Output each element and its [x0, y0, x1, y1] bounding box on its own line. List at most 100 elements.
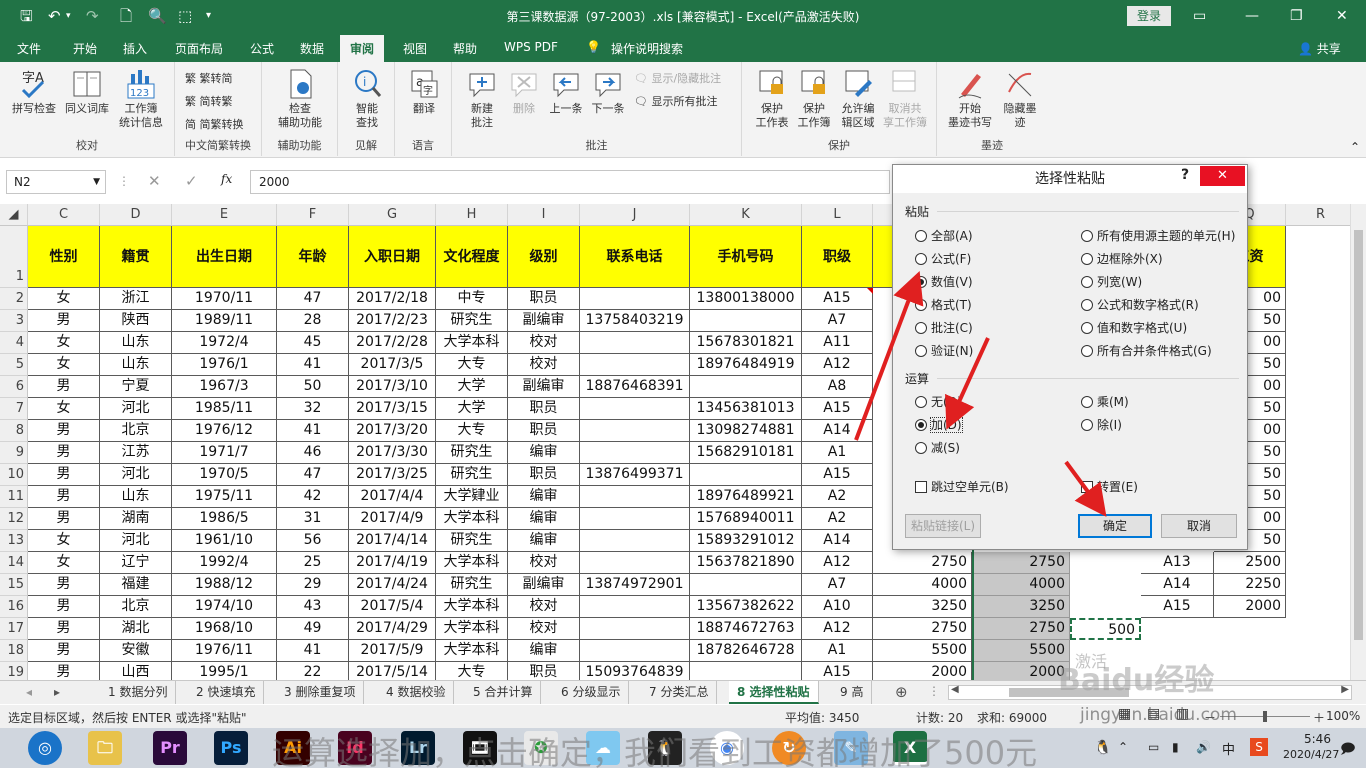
data-cell-I-10[interactable]: 职员 [508, 464, 580, 486]
data-cell-F-8[interactable]: 41 [277, 420, 349, 442]
data-cell-J-8[interactable] [580, 420, 690, 442]
data-cell-D-9[interactable]: 江苏 [100, 442, 172, 464]
data-cell-C-16[interactable]: 男 [28, 596, 100, 618]
hide-ink-button[interactable]: 隐藏墨迹 [997, 68, 1043, 130]
data-cell-L-9[interactable]: A1 [802, 442, 873, 464]
row-header-5[interactable]: 5 [0, 354, 28, 376]
row-header-14[interactable]: 14 [0, 552, 28, 574]
data-cell-K-4[interactable]: 15678301821 [690, 332, 802, 354]
data-cell-C-15[interactable]: 男 [28, 574, 100, 596]
data-cell-L-2[interactable]: A15 [802, 288, 873, 310]
data-cell-H-17[interactable]: 大学本科 [436, 618, 508, 640]
scroll-tabs-right-icon[interactable]: ▸ [54, 685, 60, 699]
paste-option-0[interactable]: 全部(A) [915, 229, 973, 243]
sheet-tab-9[interactable]: 9 高 [832, 681, 873, 704]
data-cell-I-2[interactable]: 职员 [508, 288, 580, 310]
data-cell-F-4[interactable]: 45 [277, 332, 349, 354]
login-button[interactable]: 登录 [1127, 6, 1171, 26]
data-cell-H-4[interactable]: 大学本科 [436, 332, 508, 354]
data-cell-D-4[interactable]: 山东 [100, 332, 172, 354]
data-cell-L-7[interactable]: A15 [802, 398, 873, 420]
file-explorer-icon[interactable]: 🗀 [88, 731, 122, 765]
zoom-in-icon[interactable]: ＋ [1313, 709, 1325, 726]
data-cell-D-13[interactable]: 河北 [100, 530, 172, 552]
data-cell-K-8[interactable]: 13098274881 [690, 420, 802, 442]
data-cell-J-17[interactable] [580, 618, 690, 640]
data-cell-G-11[interactable]: 2017/4/4 [349, 486, 436, 508]
data-cell-M-15[interactable]: 4000 [873, 574, 972, 596]
data-cell-J-16[interactable] [580, 596, 690, 618]
data-cell-I-13[interactable]: 编审 [508, 530, 580, 552]
data-cell-J-7[interactable] [580, 398, 690, 420]
data-cell-H-3[interactable]: 研究生 [436, 310, 508, 332]
data-cell-K-3[interactable] [690, 310, 802, 332]
data-cell-E-13[interactable]: 1961/10 [172, 530, 277, 552]
data-cell-I-3[interactable]: 副编审 [508, 310, 580, 332]
tray-qq-icon[interactable]: 🐧 [1094, 740, 1111, 756]
data-cell-G-14[interactable]: 2017/4/19 [349, 552, 436, 574]
data-cell-C-5[interactable]: 女 [28, 354, 100, 376]
scroll-tabs-left-icon[interactable]: ◂ [26, 685, 32, 699]
zoom-slider-thumb[interactable] [1263, 711, 1267, 722]
simp-to-trad-button[interactable]: 繁 简转繁 [185, 93, 233, 109]
close-window-icon[interactable]: ✕ [1336, 6, 1348, 26]
data-cell-I-14[interactable]: 校对 [508, 552, 580, 574]
data-cell-H-10[interactable]: 研究生 [436, 464, 508, 486]
data-cell-I-9[interactable]: 编审 [508, 442, 580, 464]
data-cell-G-8[interactable]: 2017/3/20 [349, 420, 436, 442]
header-cell-C[interactable]: 性别 [28, 226, 100, 288]
header-cell-G[interactable]: 入职日期 [349, 226, 436, 288]
paste-option-1[interactable]: 公式(F) [915, 252, 971, 266]
data-cell-F-17[interactable]: 49 [277, 618, 349, 640]
header-cell-E[interactable]: 出生日期 [172, 226, 277, 288]
data-cell-H-6[interactable]: 大学 [436, 376, 508, 398]
data-cell-G-16[interactable]: 2017/5/4 [349, 596, 436, 618]
restore-icon[interactable]: ❐ [1290, 6, 1303, 26]
data-cell-L-5[interactable]: A12 [802, 354, 873, 376]
tab-view[interactable]: 视图 [403, 40, 427, 57]
trad-to-simp-button[interactable]: 繁 繁转简 [185, 70, 233, 86]
data-cell-K-10[interactable] [690, 464, 802, 486]
column-header-C[interactable]: C [28, 204, 100, 226]
smart-lookup-button[interactable]: i 智能 查找 [342, 68, 392, 130]
data-cell-G-15[interactable]: 2017/4/24 [349, 574, 436, 596]
transpose-checkbox[interactable]: 转置(E) [1081, 480, 1138, 494]
data-cell-D-15[interactable]: 福建 [100, 574, 172, 596]
header-cell-K[interactable]: 手机号码 [690, 226, 802, 288]
previous-comment-button[interactable]: 上一条 [546, 68, 586, 116]
protect-workbook-button[interactable]: 保护 工作簿 [792, 68, 836, 130]
data-cell-I-19[interactable]: 职员 [508, 662, 580, 680]
data-cell-G-13[interactable]: 2017/4/14 [349, 530, 436, 552]
column-header-J[interactable]: J [580, 204, 690, 226]
data-cell-E-7[interactable]: 1985/11 [172, 398, 277, 420]
data-cell-G-9[interactable]: 2017/3/30 [349, 442, 436, 464]
check-accessibility-button[interactable]: 检查 辅助功能 [274, 68, 326, 130]
data-cell-F-6[interactable]: 50 [277, 376, 349, 398]
data-cell-C-9[interactable]: 男 [28, 442, 100, 464]
vertical-scrollbar-thumb[interactable] [1354, 230, 1363, 640]
tab-formulas[interactable]: 公式 [250, 40, 274, 57]
volume-icon[interactable]: 🔊 [1196, 740, 1211, 754]
column-header-F[interactable]: F [277, 204, 349, 226]
thesaurus-button[interactable]: 同义词库 [60, 68, 114, 116]
data-cell-H-13[interactable]: 研究生 [436, 530, 508, 552]
row-header-17[interactable]: 17 [0, 618, 28, 640]
row-header-16[interactable]: 16 [0, 596, 28, 618]
data-cell-L-14[interactable]: A12 [802, 552, 873, 574]
data-cell-I-8[interactable]: 职员 [508, 420, 580, 442]
vertical-scrollbar[interactable] [1350, 204, 1366, 680]
data-cell-L-11[interactable]: A2 [802, 486, 873, 508]
tab-data[interactable]: 数据 [300, 40, 324, 57]
ribbon-display-icon[interactable]: ▭ [1193, 6, 1206, 26]
data-cell-E-18[interactable]: 1976/11 [172, 640, 277, 662]
data-cell-G-12[interactable]: 2017/4/9 [349, 508, 436, 530]
sheet-tab-6[interactable]: 6 分级显示 [553, 681, 630, 704]
data-cell-I-4[interactable]: 校对 [508, 332, 580, 354]
data-cell-Q-14[interactable]: 2500 [1214, 552, 1286, 574]
data-cell-E-4[interactable]: 1972/4 [172, 332, 277, 354]
data-cell-J-13[interactable] [580, 530, 690, 552]
data-cell-L-10[interactable]: A15 [802, 464, 873, 486]
data-cell-F-13[interactable]: 56 [277, 530, 349, 552]
data-cell-K-6[interactable] [690, 376, 802, 398]
data-cell-F-16[interactable]: 43 [277, 596, 349, 618]
